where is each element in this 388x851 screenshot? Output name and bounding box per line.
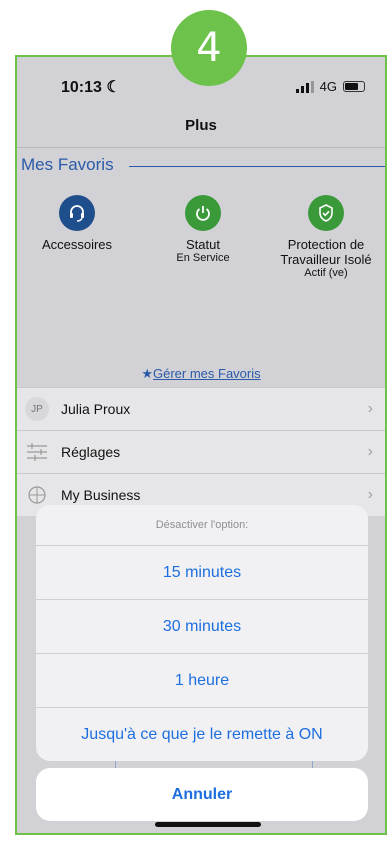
- favorite-sublabel: Actif (ve): [304, 267, 348, 279]
- grid-icon: [25, 483, 49, 507]
- action-sheet: Désactiver l'option: 15 minutes 30 minut…: [36, 505, 368, 761]
- option-30-minutes[interactable]: 30 minutes: [36, 600, 368, 654]
- battery-icon: [343, 81, 365, 92]
- favorites-header: Mes Favoris: [21, 155, 114, 174]
- chevron-right-icon: ›: [367, 443, 373, 460]
- star-icon: ★: [141, 366, 153, 381]
- favorite-label: Statut: [186, 237, 220, 252]
- avatar: JP: [25, 397, 49, 421]
- power-icon: [185, 195, 221, 231]
- cancel-button[interactable]: Annuler: [36, 768, 368, 821]
- chevron-right-icon: ›: [367, 400, 373, 417]
- favorite-lone-worker[interactable]: Protection de Travailleur Isolé Actif (v…: [271, 195, 381, 279]
- moon-icon: ☾: [106, 79, 121, 96]
- shield-check-icon: [308, 195, 344, 231]
- manage-favorites-link[interactable]: ★Gérer mes Favoris: [17, 366, 385, 382]
- option-1-hour[interactable]: 1 heure: [36, 654, 368, 708]
- menu-item-label: Julia Proux: [61, 401, 131, 417]
- network-label: 4G: [319, 79, 337, 94]
- option-until-on[interactable]: Jusqu'à ce que je le remette à ON: [36, 708, 368, 761]
- manage-favorites-label: Gérer mes Favoris: [153, 366, 261, 381]
- favorite-label: Accessoires: [41, 237, 113, 252]
- menu-item-profile[interactable]: JP Julia Proux ›: [17, 387, 385, 430]
- option-15-minutes[interactable]: 15 minutes: [36, 546, 368, 600]
- menu-item-settings[interactable]: Réglages ›: [17, 430, 385, 473]
- home-indicator[interactable]: [155, 822, 261, 827]
- favorite-status[interactable]: Statut En Service: [155, 195, 251, 264]
- chevron-right-icon: ›: [367, 486, 373, 503]
- status-time: 10:13 ☾: [61, 79, 121, 96]
- favorite-accessories[interactable]: Accessoires: [27, 195, 127, 252]
- sliders-icon: [25, 440, 49, 464]
- step-badge: 4: [171, 10, 247, 86]
- action-sheet-title: Désactiver l'option:: [36, 505, 368, 546]
- favorite-label: Protection de Travailleur Isolé: [280, 237, 372, 267]
- page-title: Plus: [185, 117, 217, 134]
- menu-list: JP Julia Proux › Réglages › My Business …: [17, 387, 385, 516]
- headset-icon: [59, 195, 95, 231]
- menu-item-label: My Business: [61, 487, 141, 503]
- signal-icon: [295, 80, 314, 93]
- phone-screen: 10:13 ☾ 4G Plus Mes Favoris Accessoires …: [15, 55, 387, 835]
- favorite-sublabel: En Service: [176, 252, 230, 264]
- favorites-divider: [129, 166, 385, 167]
- menu-item-label: Réglages: [61, 444, 121, 460]
- nav-divider: [17, 147, 385, 148]
